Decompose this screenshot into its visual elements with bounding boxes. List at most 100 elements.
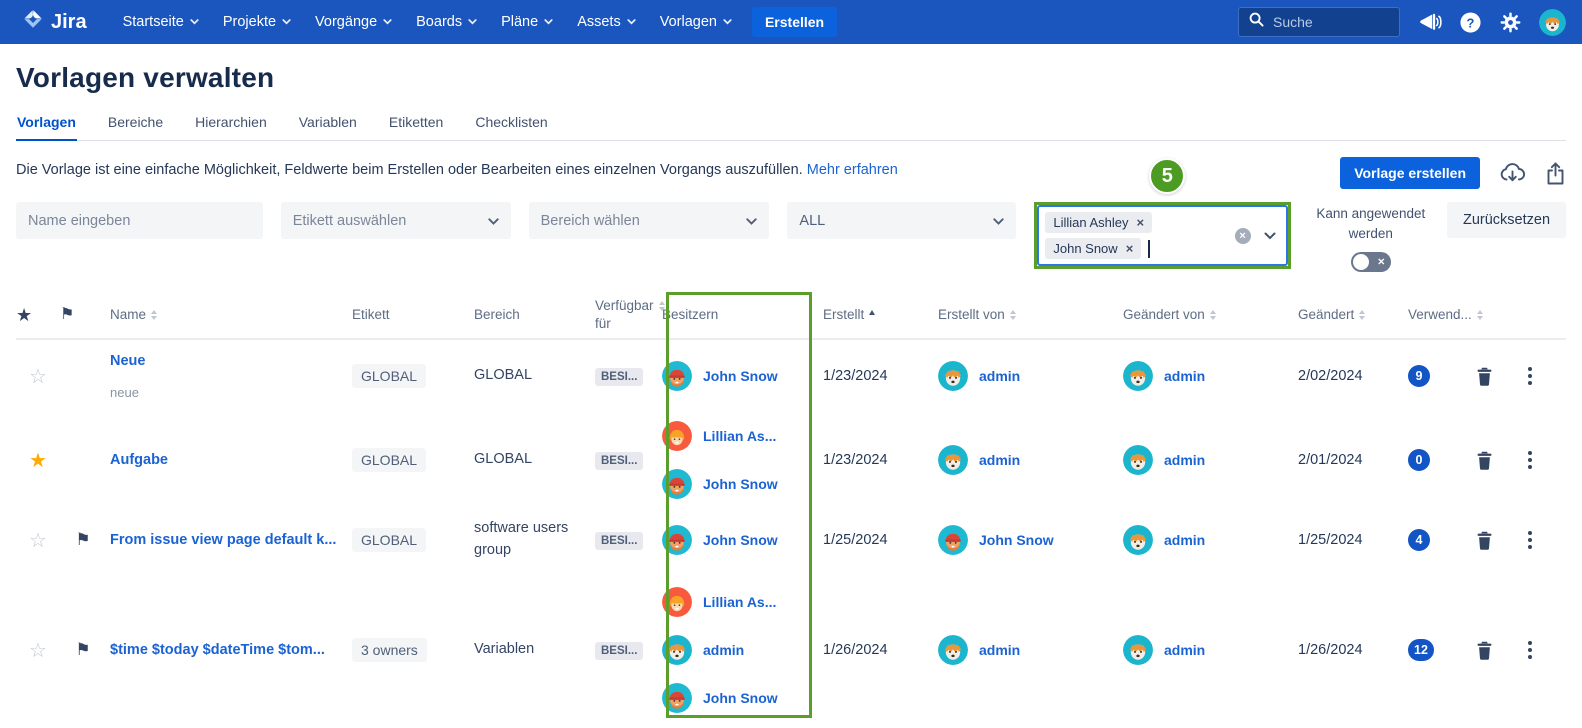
tab-bar: Vorlagen Bereiche Hierarchien Variablen Etik… [16, 110, 1566, 141]
template-name-link[interactable]: Aufgabe [110, 452, 168, 468]
col-header-modified[interactable]: Geändert [1270, 306, 1382, 324]
favorite-star-icon[interactable]: ☆ [16, 528, 60, 553]
col-header-flag: ⚑ [60, 304, 106, 326]
owner-link[interactable]: Lillian As... [703, 428, 776, 444]
chevron-down-icon [993, 213, 1004, 229]
col-header-modified_by[interactable]: Geändert von [1096, 306, 1270, 324]
template-name-link[interactable]: $time $today $dateTime $tom... [110, 642, 325, 658]
usage-count-badge[interactable]: 0 [1408, 449, 1430, 471]
remove-tag-icon[interactable]: × [1137, 216, 1145, 229]
tab-etiketten[interactable]: Etiketten [388, 110, 444, 140]
template-name-link[interactable]: From issue view page default k... [110, 532, 336, 548]
tab-variablen[interactable]: Variablen [298, 110, 358, 140]
modified-by-cell: admin [1096, 445, 1270, 475]
modified-by-link[interactable]: admin [1164, 642, 1205, 658]
usage-count-badge[interactable]: 9 [1408, 365, 1430, 387]
delete-trash-icon[interactable] [1472, 363, 1497, 390]
search-input[interactable] [1273, 14, 1383, 30]
tab-checklisten[interactable]: Checklisten [474, 110, 548, 140]
settings-gear-icon[interactable] [1499, 11, 1522, 34]
kebab-menu-icon[interactable] [1524, 447, 1536, 473]
reset-button[interactable]: Zurücksetzen [1447, 202, 1566, 238]
owner-link[interactable]: John Snow [703, 690, 778, 706]
user-avatar[interactable] [1539, 9, 1566, 36]
nav-create-button[interactable]: Erstellen [752, 7, 837, 37]
help-icon[interactable]: ? [1459, 11, 1482, 34]
can-apply-toggle[interactable]: × [1351, 252, 1391, 272]
modified-by-link[interactable]: admin [1164, 532, 1205, 548]
col-header-available[interactable]: Verfügbar für [586, 297, 650, 333]
chevron-down-icon[interactable] [1264, 227, 1276, 245]
usage-count-badge[interactable]: 12 [1408, 639, 1434, 661]
col-header-label: Etikett [344, 306, 466, 324]
owner-link[interactable]: John Snow [703, 368, 778, 384]
col-header-created_by[interactable]: Erstellt von [910, 306, 1096, 324]
flag-icon[interactable]: ⚑ [60, 530, 106, 550]
create-template-button[interactable]: Vorlage erstellen [1340, 157, 1480, 189]
modified-by-link[interactable]: admin [1164, 452, 1205, 468]
modified-by-link[interactable]: admin [1164, 368, 1205, 384]
delete-cell [1472, 363, 1524, 390]
favorite-star-icon[interactable]: ☆ [16, 364, 60, 389]
page-description: Die Vorlage ist eine einfache Möglichkei… [16, 157, 898, 178]
template-name-link[interactable]: Neue [110, 353, 145, 369]
favorite-star-icon[interactable]: ★ [16, 448, 60, 473]
col-header-usages[interactable]: Verwend... [1382, 306, 1472, 324]
owner-link[interactable]: admin [703, 642, 744, 658]
created-by-link[interactable]: admin [979, 368, 1020, 384]
nav-item-startseite[interactable]: Startseite [111, 0, 211, 44]
delete-trash-icon[interactable] [1472, 447, 1497, 474]
nav-item-projekte[interactable]: Projekte [211, 0, 303, 44]
jira-logo[interactable]: Jira [22, 8, 87, 36]
modified-date: 1/25/2024 [1270, 532, 1382, 548]
nav-search[interactable] [1238, 7, 1400, 37]
created-by-link[interactable]: admin [979, 452, 1020, 468]
kebab-menu-icon[interactable] [1524, 637, 1536, 663]
tab-vorlagen[interactable]: Vorlagen [16, 110, 77, 141]
remove-tag-icon[interactable]: × [1126, 242, 1134, 255]
type-filter-select[interactable]: ALL [787, 202, 1016, 239]
owners-cell: Lillian As... John Snow [650, 412, 796, 508]
chevron-down-icon [190, 19, 199, 25]
created-by-cell: John Snow [910, 525, 1096, 555]
admin-avatar [1123, 635, 1153, 665]
nav-item-boards[interactable]: Boards [404, 0, 489, 44]
nav-item-vorgänge[interactable]: Vorgänge [303, 0, 404, 44]
owner-tag-lillian[interactable]: Lillian Ashley × [1045, 212, 1152, 233]
created-by-link[interactable]: John Snow [979, 532, 1054, 548]
admin-avatar [662, 635, 692, 665]
scope-filter-select[interactable]: Bereich wählen [529, 202, 770, 239]
nav-item-assets[interactable]: Assets [565, 0, 648, 44]
delete-trash-icon[interactable] [1472, 637, 1497, 664]
tab-bereiche[interactable]: Bereiche [107, 110, 164, 140]
owner-tag-john[interactable]: John Snow × [1045, 238, 1141, 259]
col-header-created[interactable]: Erstellt [796, 306, 910, 324]
owner-link[interactable]: John Snow [703, 532, 778, 548]
modified-by-cell: admin [1096, 525, 1270, 555]
export-share-icon[interactable] [1545, 162, 1566, 185]
admin-avatar [1123, 445, 1153, 475]
favorite-star-icon[interactable]: ☆ [16, 638, 60, 663]
clear-all-icon[interactable]: × [1235, 228, 1251, 244]
created-by-link[interactable]: admin [979, 642, 1020, 658]
learn-more-link[interactable]: Mehr erfahren [807, 162, 898, 178]
owner-link[interactable]: John Snow [703, 476, 778, 492]
kebab-menu-icon[interactable] [1524, 363, 1536, 389]
name-filter-input[interactable]: Name eingeben [16, 202, 263, 239]
filter-bar: Name eingeben Etikett auswählen Bereich … [16, 202, 1566, 272]
owner-link[interactable]: Lillian As... [703, 594, 776, 610]
announcements-icon[interactable] [1417, 11, 1442, 33]
page-title: Vorlagen verwalten [16, 62, 1566, 94]
usages-cell: 0 [1382, 449, 1472, 471]
nav-item-vorlagen[interactable]: Vorlagen [648, 0, 744, 44]
delete-trash-icon[interactable] [1472, 527, 1497, 554]
import-cloud-download-icon[interactable] [1499, 162, 1526, 185]
kebab-menu-icon[interactable] [1524, 527, 1536, 553]
usage-count-badge[interactable]: 4 [1408, 529, 1430, 551]
tab-hierarchien[interactable]: Hierarchien [194, 110, 268, 140]
owners-filter-multiselect[interactable]: Lillian Ashley × John Snow × × [1037, 205, 1287, 266]
label-filter-select[interactable]: Etikett auswählen [281, 202, 511, 239]
flag-icon[interactable]: ⚑ [60, 640, 106, 660]
col-header-name[interactable]: Name [106, 306, 344, 324]
nav-item-pläne[interactable]: Pläne [489, 0, 565, 44]
